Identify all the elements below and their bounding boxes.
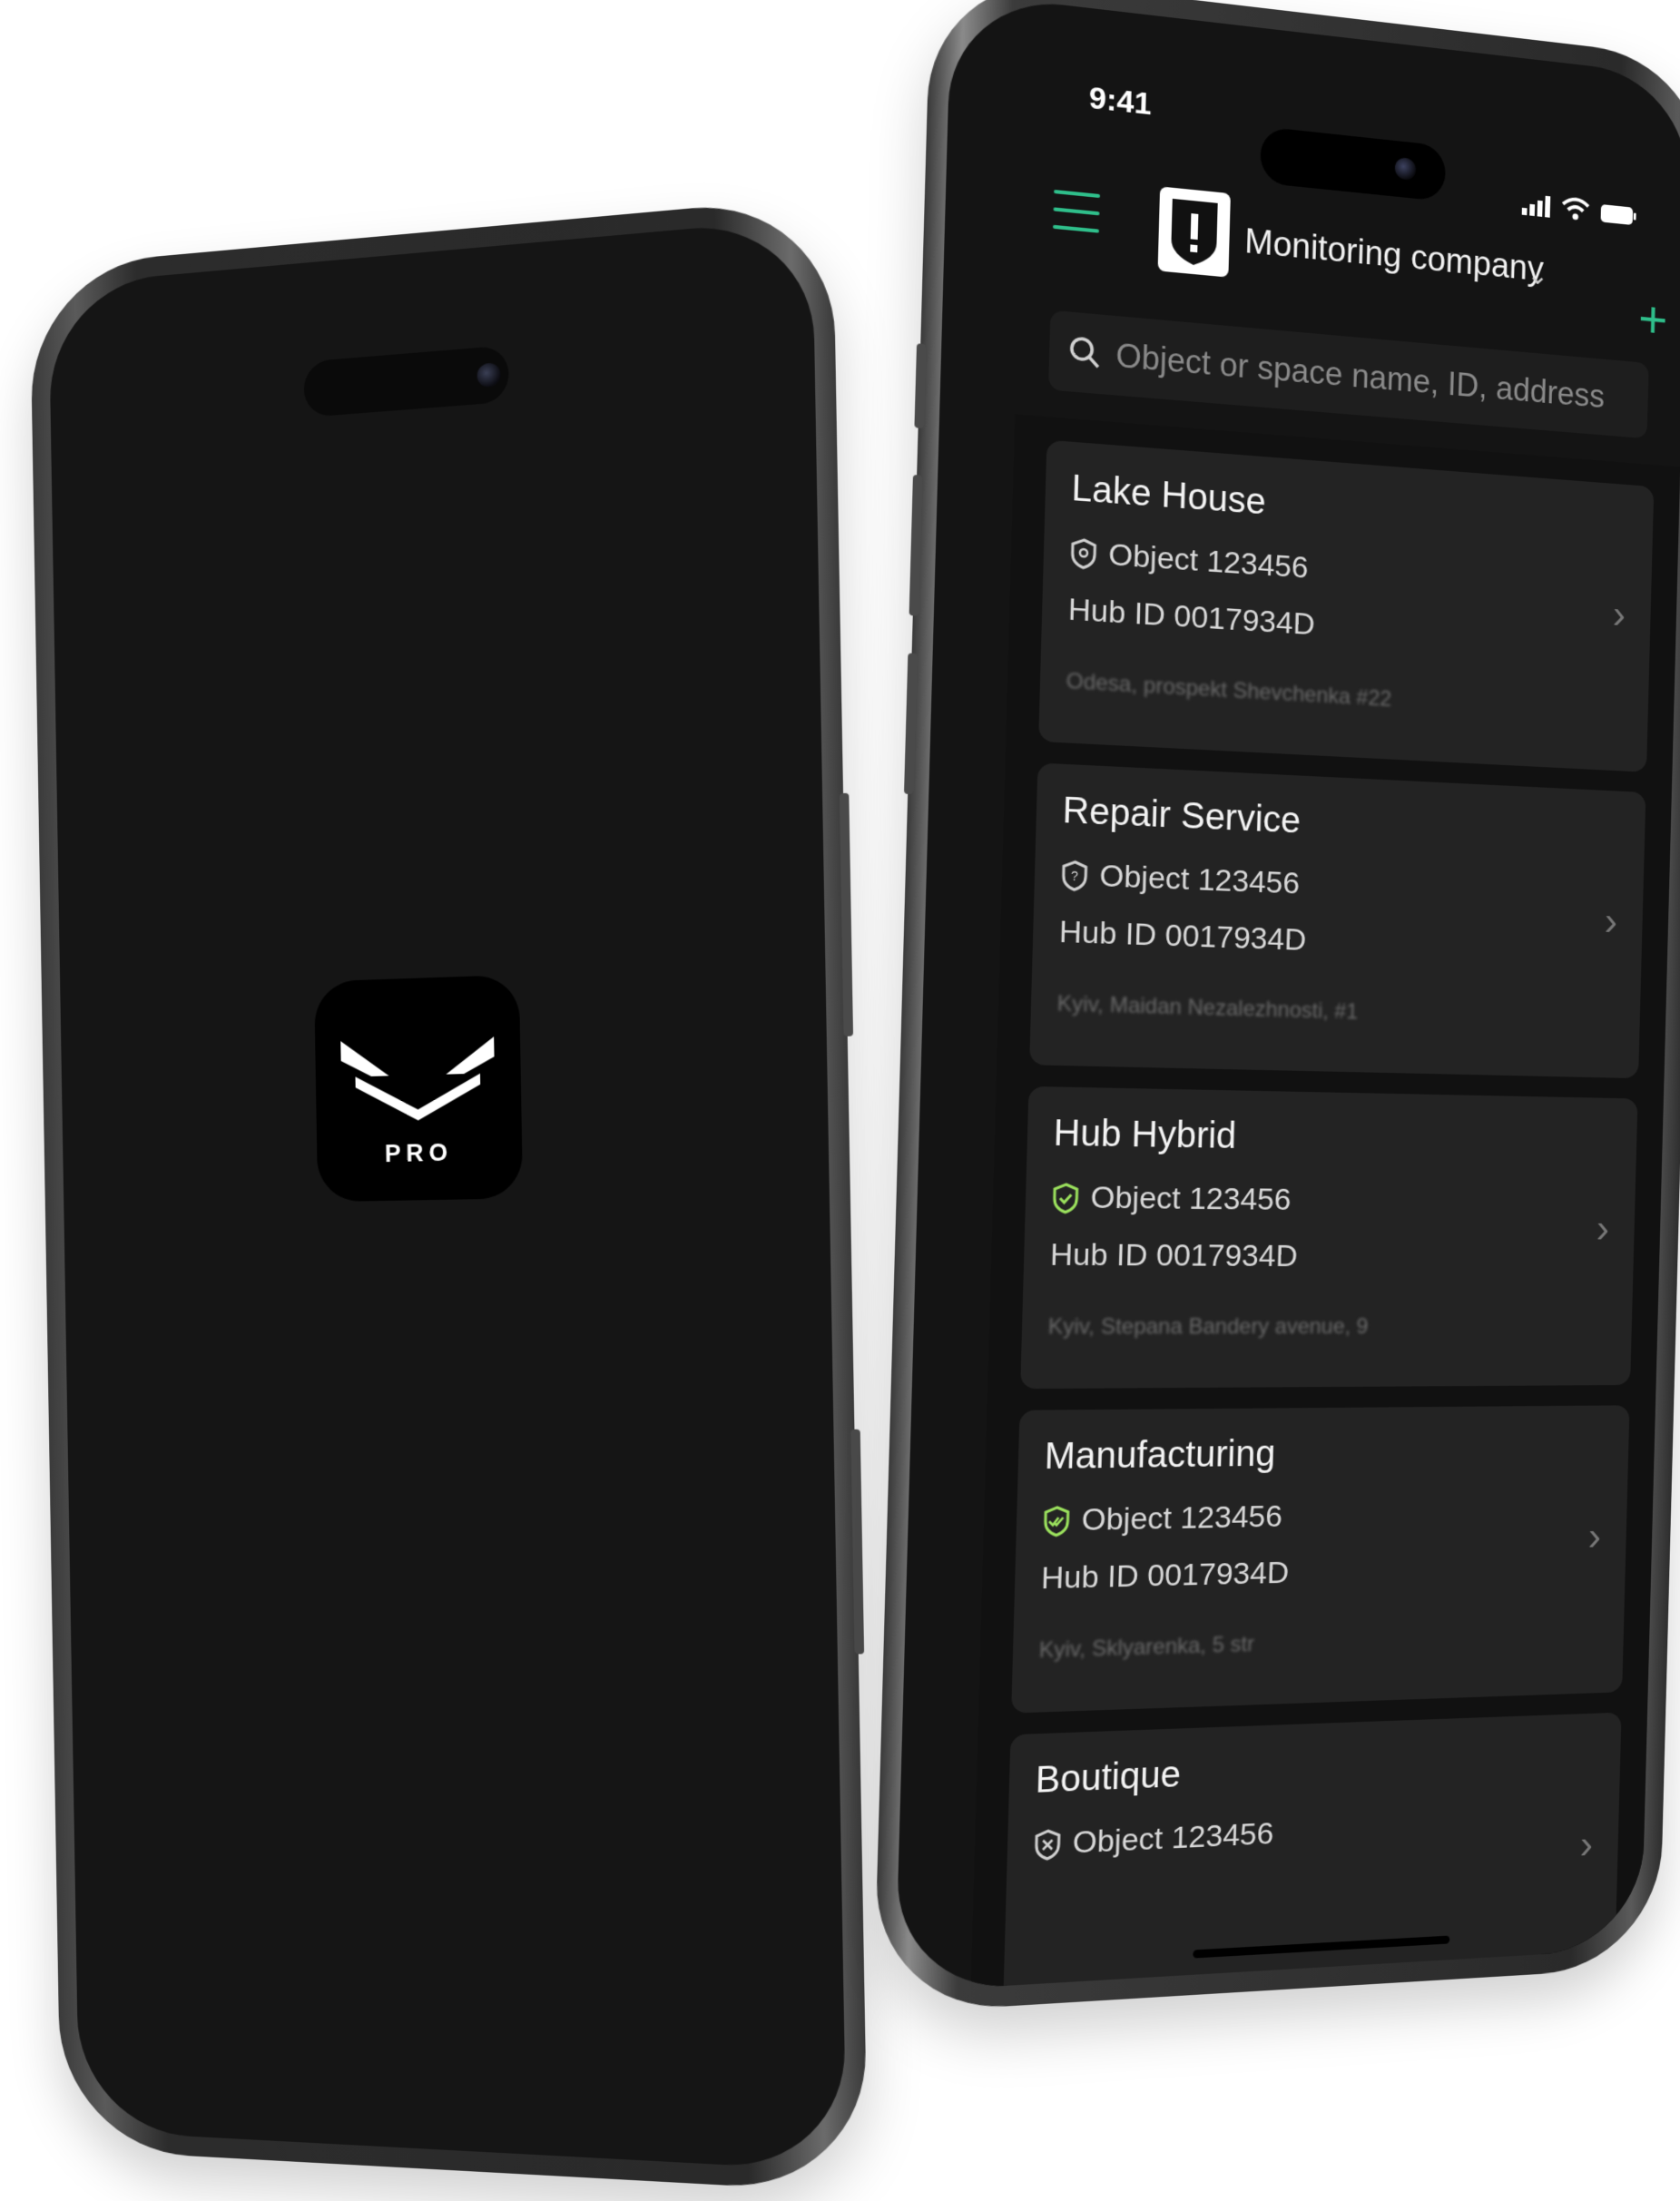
object-address: Kyiv, Sklyarenka, 5 str [1038,1631,1255,1664]
hub-id: Hub ID 0017934D [1058,914,1307,958]
add-object-button[interactable]: + [1637,289,1668,350]
shield-double-check-icon [1042,1505,1071,1537]
shield-question-icon: ? [1060,859,1089,891]
search-icon [1067,334,1102,370]
front-camera [1394,156,1417,182]
chevron-right-icon: › [1612,590,1626,637]
company-name[interactable]: Monitoring company [1244,222,1544,290]
svg-text:?: ? [1071,868,1079,883]
shield-disarmed-icon [1069,536,1097,570]
hub-id: Hub ID 0017934D [1049,1237,1299,1274]
ajax-pro-app-icon: PRO [314,974,524,1203]
signal-icon [1521,195,1551,218]
dynamic-island [1259,126,1447,202]
app-phone: 9:41 Monitoring company ⌄ + Object or sp… [873,0,1680,2015]
status-icons [1521,192,1637,226]
ajax-logo-icon [340,1037,495,1123]
wifi-icon [1561,196,1590,221]
search-input[interactable] [1113,329,1636,426]
shield-exclamation-icon [1170,198,1218,268]
hamburger-menu-icon[interactable] [1052,189,1101,239]
object-number: Object 123456 [1081,1498,1283,1538]
object-card[interactable]: Repair Service ? Object 123456 Hub ID 00… [1029,762,1646,1079]
object-name: Manufacturing [1044,1433,1276,1478]
object-card[interactable]: Lake House Object 123456 Hub ID 0017934D… [1038,439,1655,772]
battery-icon [1600,204,1636,226]
object-number: Object 123456 [1107,536,1309,585]
object-address: Kyiv, Maidan Nezalezhnosti, #1 [1056,991,1359,1025]
object-address: Odesa, prospekt Shevchenka #22 [1066,668,1392,712]
chevron-right-icon: › [1596,1204,1610,1252]
object-name: Boutique [1035,1754,1182,1802]
chevron-right-icon: › [1587,1512,1602,1559]
chevron-right-icon: › [1579,1820,1594,1868]
object-number: Object 123456 [1072,1815,1274,1861]
app-screen: 9:41 Monitoring company ⌄ + Object or sp… [894,0,1680,1993]
splash-phone: PRO [29,195,869,2194]
search-bar[interactable] [1047,310,1649,439]
object-name: Hub Hybrid [1053,1113,1237,1156]
splash-screen: PRO [48,218,847,2172]
object-number: Object 123456 [1090,1180,1292,1217]
status-time: 9:41 [1088,80,1153,123]
object-name: Lake House [1071,467,1267,523]
shield-x-icon [1033,1828,1062,1861]
object-name: Repair Service [1062,790,1302,841]
hub-id: Hub ID 0017934D [1040,1555,1290,1597]
company-logo[interactable] [1157,186,1231,278]
hub-id: Hub ID 0017934D [1067,592,1316,643]
object-card[interactable]: Manufacturing Object 123456 Hub ID 00179… [1011,1405,1630,1714]
shield-check-icon [1051,1182,1080,1213]
chevron-down-icon[interactable]: ⌄ [1527,259,1548,291]
app-badge-text: PRO [384,1138,454,1168]
object-address: Kyiv, Stepana Bandery avenue, 9 [1047,1314,1369,1340]
object-card[interactable]: Hub Hybrid Object 123456 Hub ID 0017934D… [1020,1086,1638,1390]
chevron-right-icon: › [1604,897,1618,944]
object-number: Object 123456 [1098,858,1301,901]
